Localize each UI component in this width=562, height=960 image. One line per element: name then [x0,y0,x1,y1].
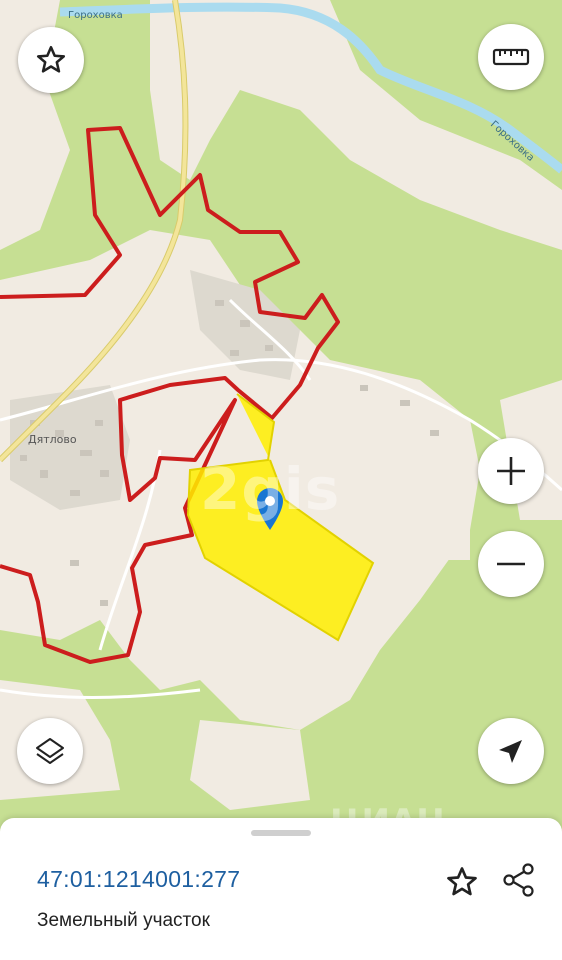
navigation-arrow-icon [499,740,522,763]
share-icon [503,863,534,897]
layers-icon [36,738,64,764]
zoom-in-button[interactable] [478,438,544,504]
star-icon [447,867,477,896]
share-button[interactable] [500,861,538,904]
ruler-button[interactable] [478,24,544,90]
locate-button[interactable] [478,718,544,784]
zoom-out-button[interactable] [478,531,544,597]
village-label: Дятлово [28,433,77,446]
star-icon [36,45,66,73]
minus-icon [497,562,525,566]
parcel-cadastral-number[interactable]: 47:01:1214001:277 [37,866,240,893]
layers-button[interactable] [17,718,83,784]
parcel-info-panel[interactable]: 47:01:1214001:277 Земельный участок [0,818,562,960]
panel-drag-handle[interactable] [251,830,311,836]
plus-icon [497,457,525,485]
parcel-type-label: Земельный участок [37,910,210,931]
ruler-icon [492,48,530,66]
river-label-top: Гороховка [68,10,123,21]
map-watermark: 2gis [200,455,341,523]
favorite-button[interactable] [18,27,84,93]
panel-favorite-button[interactable] [444,864,480,905]
